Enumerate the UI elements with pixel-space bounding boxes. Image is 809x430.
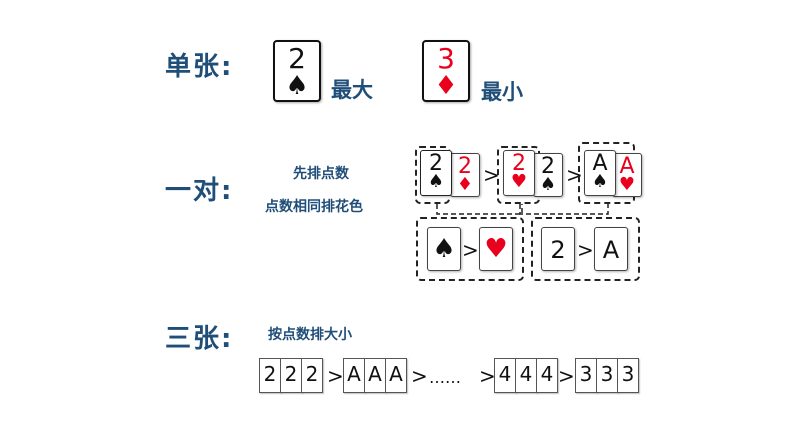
greater-than-sign: > bbox=[558, 364, 575, 388]
card-rank: 4 bbox=[536, 358, 558, 393]
triple-rule: 按点数排大小 bbox=[268, 327, 352, 343]
card-rank: 2 bbox=[280, 358, 302, 393]
card-rank: 3 bbox=[617, 358, 639, 393]
card-rank: A bbox=[343, 358, 365, 393]
card-rank: 2 bbox=[550, 236, 566, 264]
spade-icon: ♠ bbox=[432, 234, 456, 264]
card-rank: A bbox=[364, 358, 386, 393]
card-rank: A bbox=[602, 236, 620, 264]
card-rank: 3 bbox=[596, 358, 618, 393]
card-rank: A bbox=[385, 358, 407, 393]
card-rank: 4 bbox=[515, 358, 537, 393]
triple-heading: 三张: bbox=[165, 324, 234, 354]
greater-than-sign: > bbox=[577, 238, 594, 262]
ellipsis: …… bbox=[429, 368, 461, 387]
rank-2-card: 2 bbox=[541, 227, 575, 271]
greater-than-sign: > bbox=[411, 364, 428, 388]
card-rank: 2 bbox=[259, 358, 281, 393]
card-rank: 3 bbox=[575, 358, 597, 393]
heart-icon: ♥ bbox=[484, 234, 508, 264]
card-rank: 4 bbox=[494, 358, 516, 393]
spade-card: ♠ bbox=[427, 227, 461, 271]
rank-a-card: A bbox=[594, 227, 628, 271]
greater-than-sign: > bbox=[462, 238, 479, 262]
heart-card: ♥ bbox=[479, 227, 513, 271]
card-rank: 2 bbox=[301, 358, 323, 393]
greater-than-sign: > bbox=[327, 364, 344, 388]
